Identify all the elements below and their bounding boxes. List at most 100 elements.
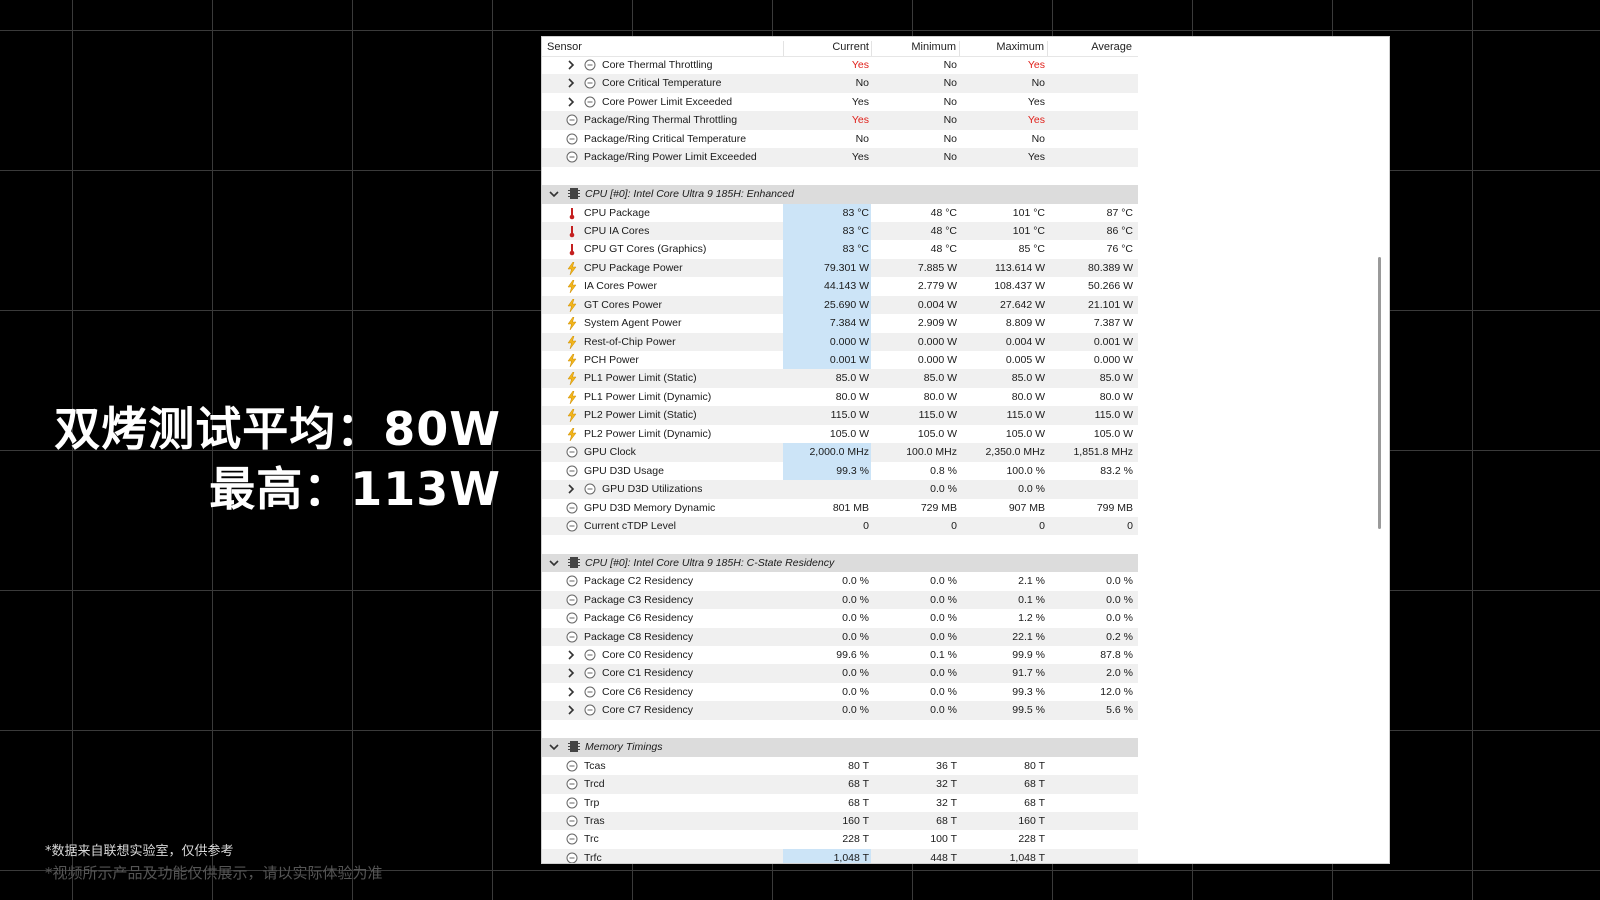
- sensor-circle-icon: [584, 59, 596, 71]
- sensor-row[interactable]: Package C3 Residency 0.0 % 0.0 % 0.1 % 0.0 %: [542, 590, 1138, 610]
- spacer-row: [542, 719, 1138, 739]
- chevron-right-icon[interactable]: [566, 685, 576, 699]
- sensor-row[interactable]: Core C6 Residency 0.0 % 0.0 % 99.3 % 12.0 %: [542, 683, 1138, 701]
- current-value: Yes: [851, 59, 869, 71]
- minimum-value: 85.0 W: [923, 372, 957, 385]
- col-header-average[interactable]: Average: [1062, 41, 1132, 53]
- sensor-row[interactable]: GPU D3D Utilizations 0.0 % 0.0 %: [542, 480, 1138, 499]
- sensor-circle-icon: [566, 760, 578, 772]
- current-value: 68 T: [848, 796, 869, 809]
- sensor-row[interactable]: Core C7 Residency 0.0 % 0.0 % 99.5 % 5.6 %: [542, 701, 1138, 720]
- col-divider[interactable]: [1047, 41, 1048, 56]
- sensor-row[interactable]: CPU Package 83 °C 48 °C 101 °C 87 °C: [542, 203, 1138, 222]
- sensor-row[interactable]: Trfc 1,048 T 448 T 1,048 T: [542, 848, 1138, 863]
- sensor-row[interactable]: GPU D3D Usage 99.3 % 0.8 % 100.0 % 83.2 %: [542, 461, 1138, 481]
- average-value: 0.0 %: [1106, 612, 1133, 625]
- sensor-circle-icon: [584, 483, 596, 495]
- minimum-value: 32 T: [936, 796, 957, 809]
- chevron-right-icon[interactable]: [566, 58, 576, 72]
- chevron-right-icon[interactable]: [566, 666, 576, 680]
- col-header-sensor[interactable]: Sensor: [547, 41, 582, 53]
- sensor-row[interactable]: Core C1 Residency 0.0 % 0.0 % 91.7 % 2.0 %: [542, 664, 1138, 683]
- sensor-circle-icon: [566, 465, 578, 477]
- sensor-row[interactable]: PL2 Power Limit (Dynamic) 105.0 W 105.0 W 1…: [542, 425, 1138, 443]
- sensor-row[interactable]: Core Power Limit Exceeded Yes No Yes: [542, 93, 1138, 111]
- minimum-value: 48 °C: [930, 206, 957, 219]
- current-value: 160 T: [842, 814, 869, 827]
- chevron-down-icon[interactable]: [548, 740, 559, 754]
- chevron-right-icon[interactable]: [566, 482, 576, 496]
- sensor-row[interactable]: Core Critical Temperature No No No: [542, 74, 1138, 93]
- sensor-row[interactable]: PCH Power 0.001 W 0.000 W 0.005 W 0.000 W: [542, 351, 1138, 370]
- sensor-group-header[interactable]: Memory Timings: [542, 738, 1138, 757]
- chevron-right-icon[interactable]: [566, 648, 576, 662]
- current-value: 44.143 W: [824, 280, 869, 293]
- current-value: 85.0 W: [835, 372, 869, 385]
- sensor-label: Rest-of-Chip Power: [584, 335, 676, 348]
- average-value: 85.0 W: [1099, 372, 1133, 385]
- chevron-down-icon[interactable]: [548, 187, 559, 201]
- chevron-right-icon[interactable]: [566, 703, 576, 717]
- sensor-row[interactable]: Tcas 80 T 36 T 80 T: [542, 757, 1138, 775]
- sensor-row[interactable]: Trp 68 T 32 T 68 T: [542, 794, 1138, 812]
- sensor-row[interactable]: Tras 160 T 68 T 160 T: [542, 811, 1138, 831]
- sensor-row[interactable]: PL1 Power Limit (Static) 85.0 W 85.0 W 85.0…: [542, 369, 1138, 388]
- current-value: 0.0 %: [842, 575, 869, 588]
- sensor-row[interactable]: Trc 228 T 100 T 228 T: [542, 830, 1138, 848]
- sensor-row[interactable]: Package/Ring Thermal Throttling Yes No Yes: [542, 111, 1138, 130]
- col-header-maximum[interactable]: Maximum: [974, 41, 1044, 53]
- sensor-row[interactable]: CPU IA Cores 83 °C 48 °C 101 °C 86 °C: [542, 221, 1138, 241]
- average-value: 87.8 %: [1100, 649, 1133, 661]
- minimum-value: 7.885 W: [917, 261, 957, 274]
- sensor-row[interactable]: PL1 Power Limit (Dynamic) 80.0 W 80.0 W 80.…: [542, 388, 1138, 406]
- lightning-bolt-icon: [566, 427, 577, 441]
- chevron-right-icon[interactable]: [566, 76, 576, 90]
- sensor-circle-icon: [566, 815, 578, 827]
- sensor-row[interactable]: Package C6 Residency 0.0 % 0.0 % 1.2 % 0.0 %: [542, 609, 1138, 627]
- col-header-current[interactable]: Current: [799, 41, 869, 53]
- sensor-row[interactable]: Rest-of-Chip Power 0.000 W 0.000 W 0.004 W 0…: [542, 332, 1138, 351]
- sensor-row[interactable]: GPU D3D Memory Dynamic 801 MB 729 MB 907 MB…: [542, 499, 1138, 517]
- minimum-value: 2.909 W: [917, 317, 957, 330]
- vertical-scrollbar-thumb[interactable]: [1378, 257, 1381, 529]
- sensor-row[interactable]: GT Cores Power 25.690 W 0.004 W 27.642 W 21.…: [542, 295, 1138, 315]
- sensor-row[interactable]: Trcd 68 T 32 T 68 T: [542, 775, 1138, 794]
- spacer-row: [542, 535, 1138, 554]
- sensor-row[interactable]: PL2 Power Limit (Static) 115.0 W 115.0 W 11…: [542, 406, 1138, 425]
- sensor-row[interactable]: Core C0 Residency 99.6 % 0.1 % 99.9 % 87.8 %: [542, 646, 1138, 664]
- col-header-minimum[interactable]: Minimum: [886, 41, 956, 53]
- sensor-row[interactable]: IA Cores Power 44.143 W 2.779 W 108.437 W 50…: [542, 277, 1138, 296]
- minimum-value: 0.0 %: [930, 685, 957, 698]
- sensor-label: IA Cores Power: [584, 280, 657, 293]
- current-value: 115.0 W: [830, 409, 869, 422]
- chevron-right-icon[interactable]: [566, 95, 576, 109]
- sensor-row[interactable]: CPU Package Power 79.301 W 7.885 W 113.614 …: [542, 258, 1138, 278]
- sensor-row[interactable]: Package/Ring Critical Temperature No No No: [542, 130, 1138, 148]
- sensor-group-header[interactable]: CPU [#0]: Intel Core Ultra 9 185H: C-Sta…: [542, 553, 1138, 573]
- average-value: 2.0 %: [1106, 667, 1133, 680]
- average-value: 799 MB: [1096, 501, 1133, 514]
- col-divider[interactable]: [783, 41, 784, 56]
- overlay-average-caption: 双烤测试平均：80W: [54, 402, 501, 456]
- current-value: Yes: [851, 95, 869, 108]
- col-divider[interactable]: [959, 41, 960, 56]
- sensor-label: PL2 Power Limit (Dynamic): [584, 427, 712, 440]
- sensor-row[interactable]: Current cTDP Level 0 0 0 0: [542, 516, 1138, 536]
- maximum-value: 108.437 W: [994, 280, 1045, 293]
- maximum-value: 22.1 %: [1012, 630, 1045, 643]
- sensor-group-header[interactable]: CPU [#0]: Intel Core Ultra 9 185H: Enhan…: [542, 185, 1138, 204]
- average-value: 0.0 %: [1106, 575, 1133, 588]
- chevron-down-icon[interactable]: [548, 556, 559, 570]
- sensor-row[interactable]: Core Thermal Throttling Yes No Yes: [542, 56, 1138, 74]
- current-value: 68 T: [848, 778, 869, 791]
- sensor-row[interactable]: GPU Clock 2,000.0 MHz 100.0 MHz 2,350.0 MHz…: [542, 443, 1138, 462]
- col-divider[interactable]: [871, 41, 872, 56]
- sensor-row[interactable]: CPU GT Cores (Graphics) 83 °C 48 °C 85 °C 76…: [542, 240, 1138, 259]
- sensor-row[interactable]: System Agent Power 7.384 W 2.909 W 8.809 W 7…: [542, 314, 1138, 333]
- sensor-row[interactable]: Package/Ring Power Limit Exceeded Yes No Ye…: [542, 148, 1138, 167]
- minimum-value: No: [943, 151, 957, 164]
- sensor-row[interactable]: Package C2 Residency 0.0 % 0.0 % 2.1 % 0.0 %: [542, 572, 1138, 590]
- sensor-circle-icon: [566, 446, 578, 458]
- sensor-row[interactable]: Package C8 Residency 0.0 % 0.0 % 22.1 % 0.2 …: [542, 627, 1138, 646]
- maximum-value: 907 MB: [1008, 501, 1045, 514]
